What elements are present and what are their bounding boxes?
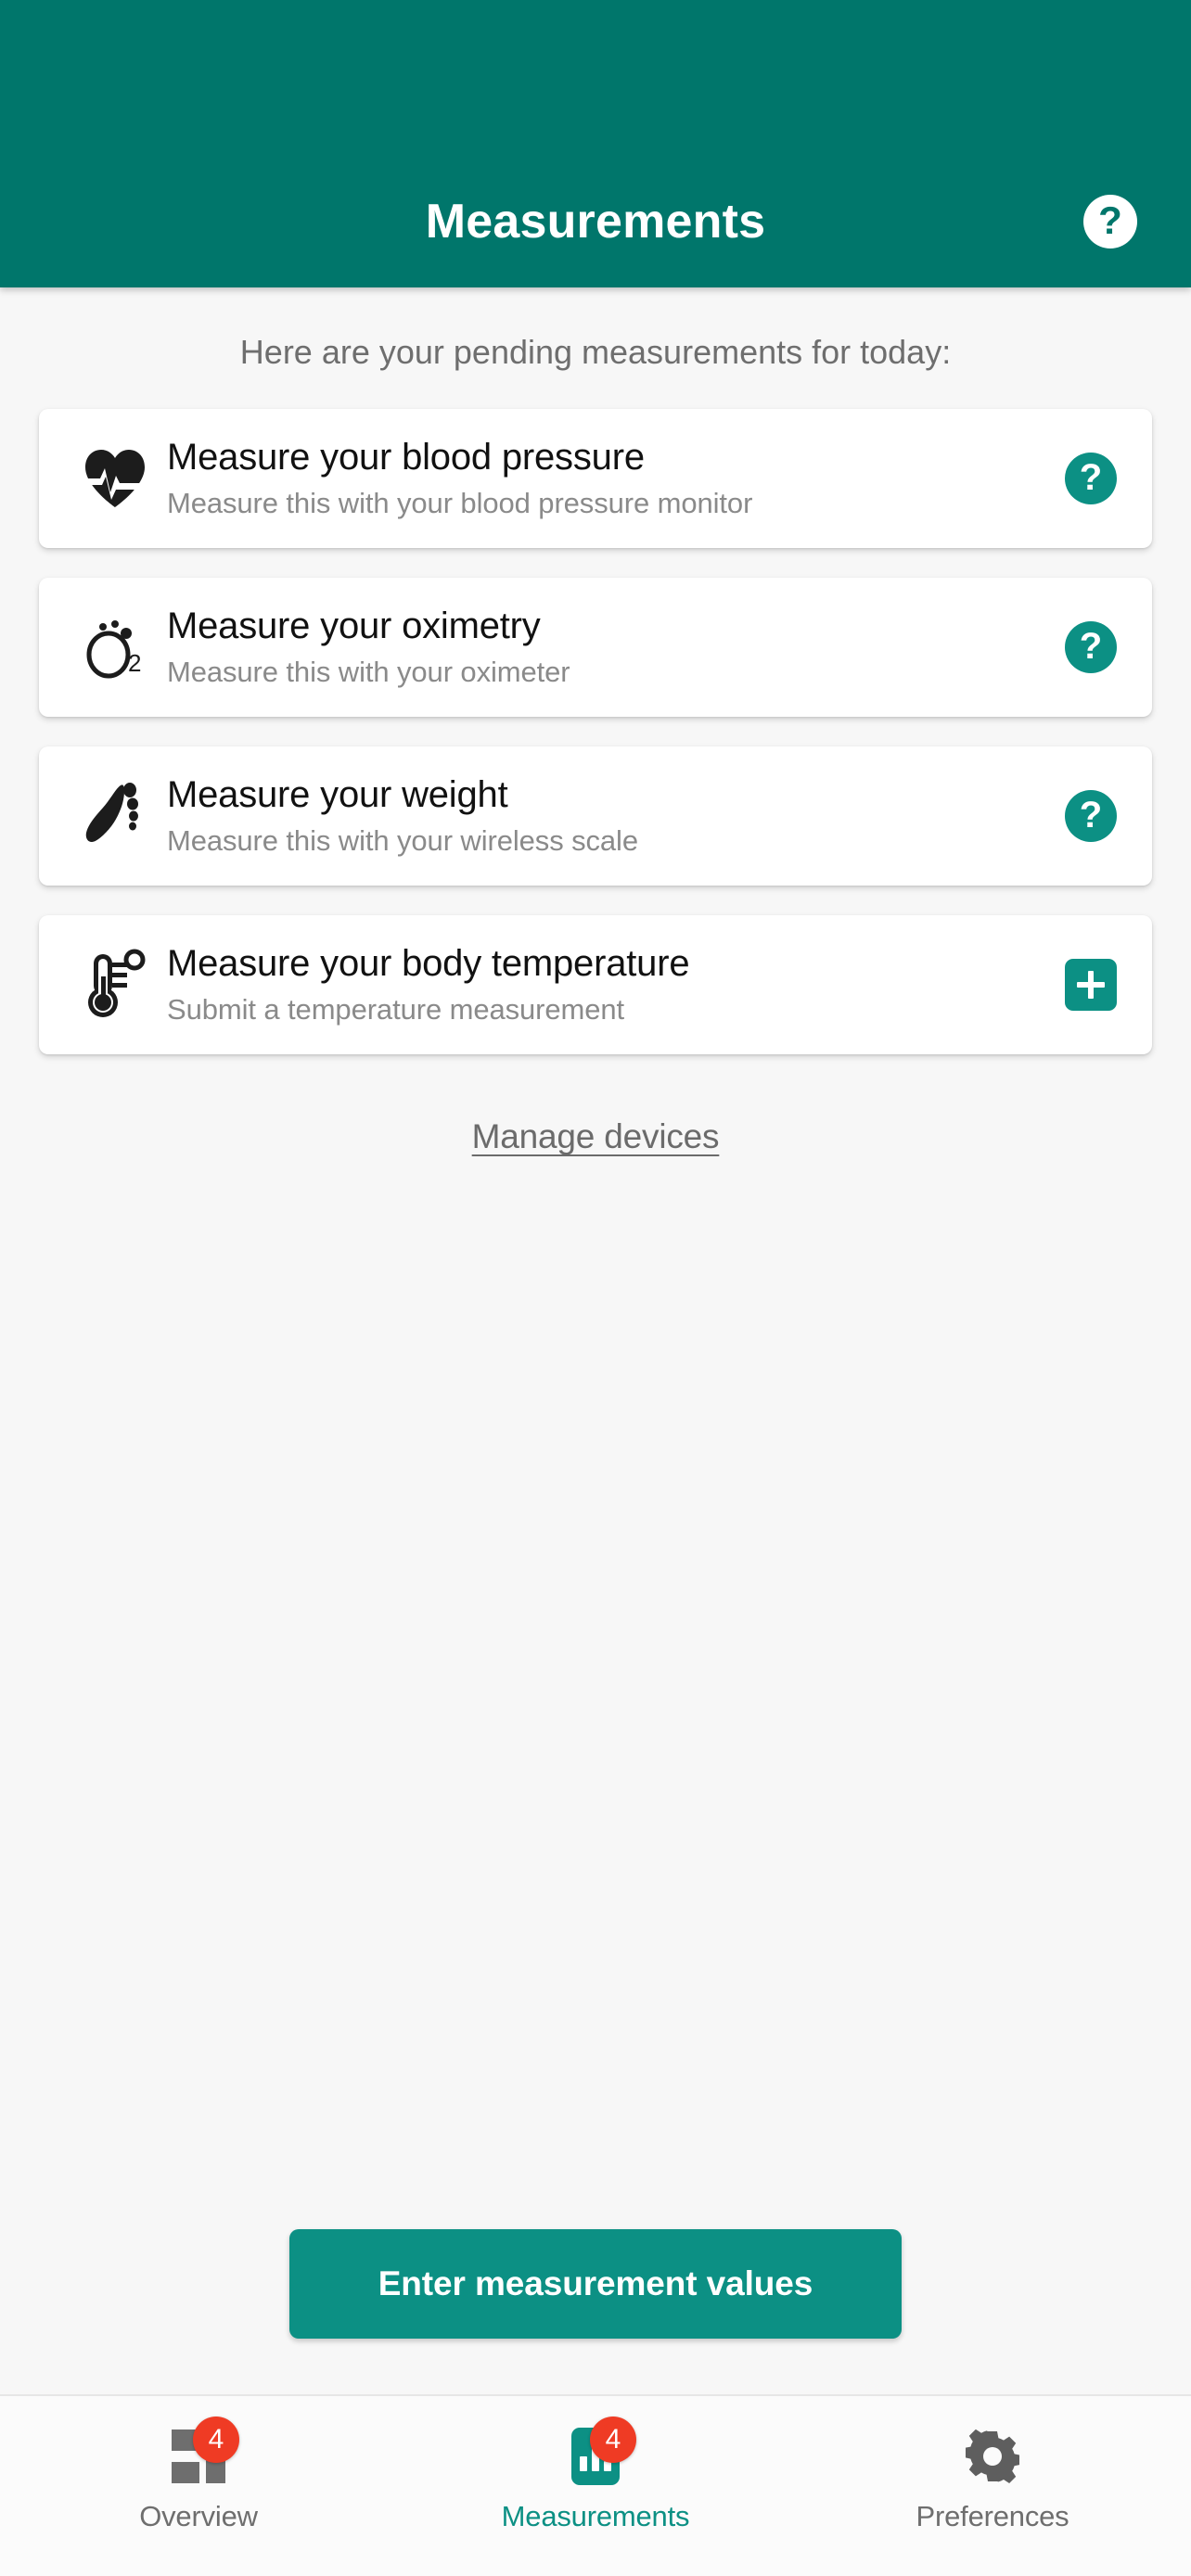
- nav-label-measurements: Measurements: [501, 2500, 690, 2532]
- measurement-card-subtitle: Measure this with your oximeter: [167, 655, 570, 688]
- nav-item-overview[interactable]: 4 Overview: [0, 2417, 397, 2532]
- measurement-card-title: Measure your oximetry: [167, 605, 541, 646]
- heart-pulse-icon: [63, 448, 167, 509]
- measurement-card-subtitle: Submit a temperature measurement: [167, 992, 625, 1026]
- measurement-card-subtitle: Measure this with your wireless scale: [167, 823, 638, 857]
- nav-label-preferences: Preferences: [916, 2500, 1069, 2532]
- measurement-card-subtitle: Measure this with your blood pressure mo…: [167, 486, 753, 519]
- flex-spacer: [0, 1156, 1191, 2229]
- help-circle-icon: ?: [1083, 195, 1137, 249]
- measurement-card-body-temperature[interactable]: Measure your body temperature Submit a t…: [39, 915, 1152, 1055]
- bottom-navigation: 4 Overview 4 Measurements Preferences: [0, 2394, 1191, 2576]
- nav-item-measurements[interactable]: 4 Measurements: [397, 2417, 794, 2532]
- nav-badge-measurements: 4: [590, 2417, 636, 2463]
- measurement-card-weight[interactable]: Measure your weight Measure this with yo…: [39, 746, 1152, 886]
- app-root: Measurements ? Here are your pending mea…: [0, 0, 1191, 2576]
- intro-text: Here are your pending measurements for t…: [239, 333, 952, 371]
- header-help-button[interactable]: ?: [1082, 193, 1139, 250]
- plus-icon: [1065, 959, 1117, 1012]
- measurement-card-title: Measure your weight: [167, 773, 508, 815]
- enter-measurement-values-button[interactable]: Enter measurement values: [289, 2229, 902, 2339]
- nav-badge-overview: 4: [193, 2417, 239, 2463]
- help-circle-icon: ?: [1065, 621, 1117, 674]
- help-circle-icon: ?: [1065, 453, 1117, 505]
- footprint-icon: [63, 781, 167, 851]
- nav-icon-wrap-measurements: 4: [553, 2417, 638, 2493]
- gear-icon: [966, 2429, 1019, 2483]
- measurement-card-text: Measure your oximetry Measure this with …: [167, 605, 1061, 691]
- manage-devices-row: Manage devices: [0, 1117, 1191, 1156]
- nav-item-preferences[interactable]: Preferences: [794, 2420, 1191, 2531]
- nav-icon-wrap-overview: 4: [156, 2417, 241, 2493]
- cta-row: Enter measurement values: [0, 2229, 1191, 2394]
- measurement-card-list: Measure your blood pressure Measure this…: [0, 409, 1191, 1055]
- measurement-help-button[interactable]: ?: [1061, 618, 1121, 677]
- measurement-card-title: Measure your body temperature: [167, 942, 690, 984]
- content-area: Here are your pending measurements for t…: [0, 287, 1191, 2394]
- manage-devices-link[interactable]: Manage devices: [472, 1117, 720, 1156]
- nav-label-overview: Overview: [139, 2500, 258, 2532]
- thermometer-icon: [63, 949, 167, 1021]
- app-header: Measurements ?: [0, 0, 1191, 287]
- measurement-card-title: Measure your blood pressure: [167, 436, 645, 478]
- measurement-card-text: Measure your body temperature Submit a t…: [167, 942, 1061, 1028]
- oxygen-o2-icon: 2: [63, 614, 167, 681]
- page-title: Measurements: [425, 195, 766, 249]
- help-circle-icon: ?: [1065, 790, 1117, 843]
- svg-text:2: 2: [128, 649, 141, 677]
- measurement-help-button[interactable]: ?: [1061, 449, 1121, 508]
- measurement-card-text: Measure your blood pressure Measure this…: [167, 436, 1061, 522]
- measurement-help-button[interactable]: ?: [1061, 786, 1121, 846]
- measurement-card-blood-pressure[interactable]: Measure your blood pressure Measure this…: [39, 409, 1152, 549]
- measurement-card-oximetry[interactable]: 2 Measure your oximetry Measure this wit…: [39, 578, 1152, 718]
- measurement-add-button[interactable]: [1061, 955, 1121, 1014]
- measurement-card-text: Measure your weight Measure this with yo…: [167, 773, 1061, 860]
- app-header-row: Measurements ?: [0, 156, 1191, 287]
- nav-icon-wrap-preferences: [950, 2420, 1035, 2493]
